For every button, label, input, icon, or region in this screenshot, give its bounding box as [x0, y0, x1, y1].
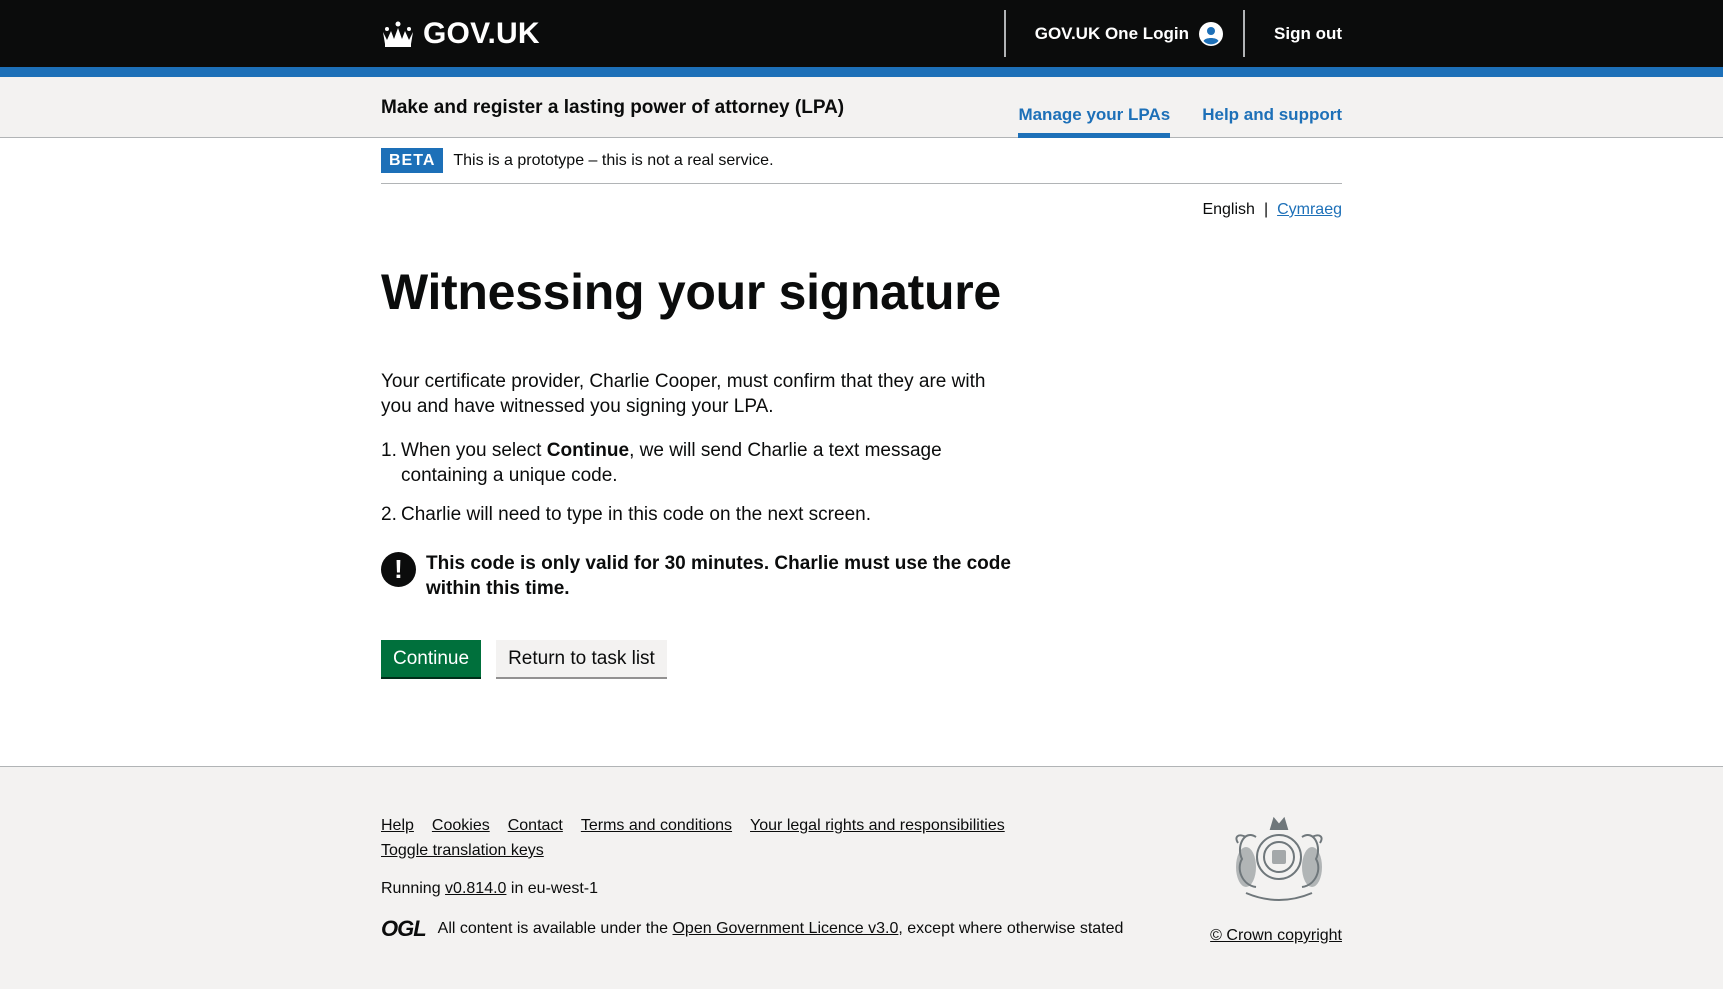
- sign-out-link[interactable]: Sign out: [1245, 24, 1342, 44]
- step-text-prefix: When you select: [401, 440, 547, 461]
- running-version: Running v0.814.0 in eu-west-1: [381, 880, 1342, 898]
- language-separator: |: [1263, 201, 1269, 218]
- licence: OGL All content is available under the O…: [381, 916, 1342, 942]
- warning-text: This code is only valid for 30 minutes. …: [426, 553, 1011, 599]
- nav-item-help-support[interactable]: Help and support: [1202, 77, 1342, 138]
- crown-copyright: © Crown copyright: [1210, 927, 1342, 945]
- footer-link-contact[interactable]: Contact: [508, 815, 563, 837]
- ogl-logo: OGL: [381, 916, 427, 941]
- service-nav-links: Manage your LPAs Help and support: [1018, 77, 1342, 138]
- step-text-bold: Continue: [546, 440, 630, 461]
- user-icon: [1199, 21, 1224, 46]
- main-content: Witnessing your signature Your certifica…: [381, 265, 1342, 677]
- step-number: 2.: [381, 504, 397, 525]
- running-suffix: in eu-west-1: [506, 880, 599, 897]
- language-toggle: English | Cymraeg: [381, 201, 1342, 219]
- footer-link-legal-rights[interactable]: Your legal rights and responsibilities: [750, 815, 1005, 837]
- footer-link-help[interactable]: Help: [381, 815, 414, 837]
- header-blue-bar: [0, 67, 1723, 77]
- one-login-nav: GOV.UK One Login Sign out: [1003, 10, 1342, 57]
- step-text: When you select Continue, we will send C…: [401, 438, 1021, 488]
- crown-icon: [383, 21, 413, 47]
- list-item: 1. When you select Continue, we will sen…: [381, 438, 1021, 488]
- phase-banner: BETA This is a prototype – this is not a…: [381, 138, 1342, 184]
- footer-link-toggle-translation-keys[interactable]: Toggle translation keys: [381, 840, 544, 862]
- step-number: 1.: [381, 440, 397, 461]
- button-group: Continue Return to task list: [381, 640, 1342, 677]
- logo-text: GOV.UK: [423, 16, 540, 50]
- licence-link[interactable]: Open Government Licence v3.0: [672, 920, 898, 937]
- return-to-task-list-button[interactable]: Return to task list: [496, 640, 667, 677]
- continue-button[interactable]: Continue: [381, 640, 482, 677]
- one-login-label: GOV.UK One Login: [1034, 23, 1190, 43]
- beta-tag: BETA: [381, 148, 444, 173]
- one-login-link[interactable]: GOV.UK One Login: [1006, 21, 1243, 46]
- steps-list: 1. When you select Continue, we will sen…: [381, 438, 1021, 527]
- phase-banner-text: This is a prototype – this is not a real…: [453, 151, 774, 169]
- page-title: Witnessing your signature: [381, 264, 1001, 320]
- language-current: English: [1202, 201, 1255, 218]
- licence-prefix: All content is available under the: [437, 920, 673, 937]
- footer-link-terms[interactable]: Terms and conditions: [581, 815, 732, 837]
- licence-suffix: , except where otherwise stated: [898, 920, 1124, 937]
- crown-copyright-link[interactable]: © Crown copyright: [1210, 927, 1342, 944]
- warning-text-block: ! This code is only valid for 30 minutes…: [381, 551, 1021, 601]
- service-name[interactable]: Make and register a lasting power of att…: [381, 97, 844, 119]
- list-item: 2. Charlie will need to type in this cod…: [381, 502, 1021, 527]
- footer-links: Help Cookies Contact Terms and condition…: [381, 815, 1021, 862]
- intro-text: Your certificate provider, Charlie Coope…: [381, 371, 986, 417]
- service-navigation: Make and register a lasting power of att…: [0, 77, 1723, 138]
- govuk-logo[interactable]: GOV.UK: [381, 17, 540, 51]
- language-cymraeg-link[interactable]: Cymraeg: [1277, 201, 1342, 219]
- licence-text: All content is available under the Open …: [438, 920, 1124, 938]
- govuk-header: GOV.UK GOV.UK One Login Sign out: [0, 0, 1723, 67]
- step-text: Charlie will need to type in this code o…: [401, 504, 871, 525]
- version-link[interactable]: v0.814.0: [445, 880, 506, 897]
- nav-item-manage-lpas[interactable]: Manage your LPAs: [1018, 77, 1170, 138]
- footer: Help Cookies Contact Terms and condition…: [0, 766, 1723, 989]
- footer-link-cookies[interactable]: Cookies: [432, 815, 490, 837]
- royal-crest: [1235, 816, 1323, 901]
- running-prefix: Running: [381, 880, 446, 897]
- warning-icon: !: [381, 552, 416, 587]
